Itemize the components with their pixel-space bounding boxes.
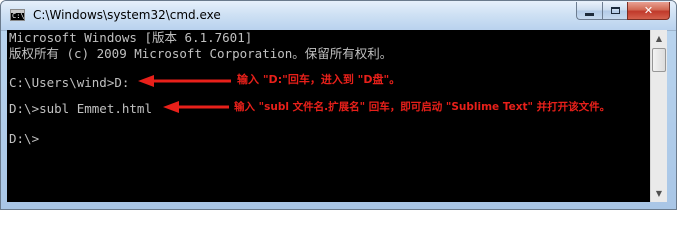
minimize-button[interactable] <box>576 2 602 20</box>
maximize-icon <box>610 7 620 14</box>
annotation-text-2: 输入 "subl 文件名.扩展名" 回车，即可启动 "Sublime Text"… <box>234 101 611 113</box>
close-icon: ✕ <box>643 4 654 17</box>
caption-buttons: ✕ <box>576 2 670 21</box>
cmd-icon[interactable]: C:\ <box>10 9 25 21</box>
annotation-arrow-2 <box>163 101 229 113</box>
close-button[interactable]: ✕ <box>627 2 670 20</box>
annotation-text-1: 输入 "D:"回车，进入到 "D盘"。 <box>237 73 401 86</box>
console-output[interactable]: Microsoft Windows [版本 6.1.7601] 版权所有 (c)… <box>7 30 650 202</box>
maximize-button[interactable] <box>602 2 627 20</box>
arrow-down-icon[interactable]: ▼ <box>651 185 667 202</box>
console-line: 版权所有 (c) 2009 Microsoft Corporation。保留所有… <box>9 46 393 61</box>
title-bar[interactable]: C:\ C:\Windows\system32\cmd.exe ✕ <box>1 1 676 31</box>
console-line: Microsoft Windows [版本 6.1.7601] <box>9 30 253 45</box>
console-line: D:\>subl Emmet.html <box>9 101 152 116</box>
window-title: C:\Windows\system32\cmd.exe <box>33 8 221 22</box>
minimize-icon <box>585 12 594 16</box>
vertical-scrollbar[interactable]: ▲ ▼ <box>650 30 667 202</box>
annotation-arrow-1 <box>138 75 231 87</box>
console-line: D:\> <box>9 131 40 146</box>
scrollbar-thumb[interactable] <box>652 48 666 72</box>
arrow-up-icon[interactable]: ▲ <box>651 30 667 47</box>
console-line: C:\Users\wind>D: <box>9 75 130 90</box>
